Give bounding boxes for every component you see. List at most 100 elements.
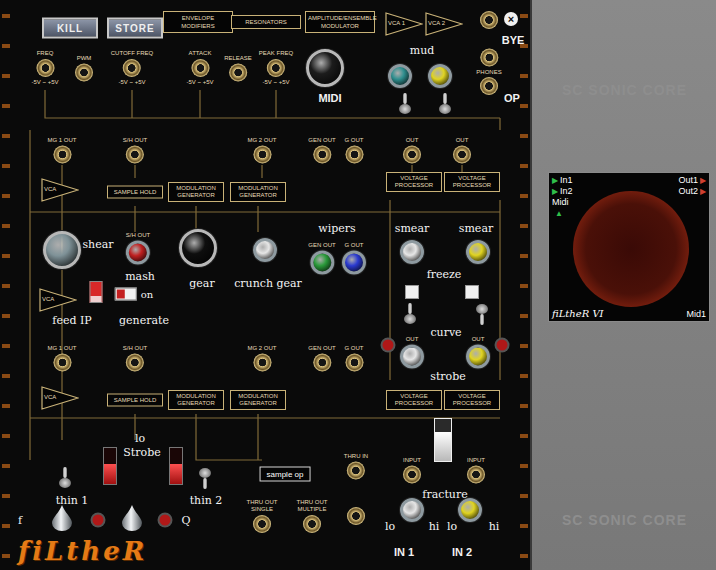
jack-ring[interactable]	[36, 59, 54, 77]
jack-ring[interactable]	[191, 59, 209, 77]
jack-ring[interactable]	[126, 354, 144, 372]
jack-ring[interactable]	[126, 146, 144, 164]
knob[interactable]: G OUT	[342, 242, 366, 275]
knob[interactable]: GEN OUT	[308, 242, 335, 275]
jack-socket[interactable]: ATTACK-5V ~ +5V	[186, 50, 213, 86]
square-button[interactable]	[405, 285, 419, 299]
knob[interactable]	[458, 498, 482, 522]
jack-socket[interactable]: OUT	[453, 137, 471, 164]
jack-socket[interactable]: THRU OUT SINGLE	[239, 499, 285, 533]
knob[interactable]	[400, 240, 424, 264]
jack-socket[interactable]: MG 2 OUT	[247, 345, 276, 372]
jack-ring[interactable]	[267, 59, 285, 77]
toggle-switch[interactable]	[476, 303, 488, 325]
toggle-switch[interactable]	[399, 93, 411, 115]
jack-socket[interactable]: INPUT	[403, 457, 421, 484]
red-knob[interactable]	[497, 340, 508, 351]
jack-socket[interactable]: S/H OUT	[123, 137, 147, 164]
knob[interactable]: S/H OUT	[126, 232, 150, 265]
red-slider[interactable]	[103, 447, 117, 485]
jack-socket[interactable]: THRU IN	[344, 453, 368, 480]
input-port[interactable]: ▶In1	[552, 175, 573, 186]
on-toggle[interactable]: on	[115, 288, 153, 301]
jack-ring[interactable]	[453, 146, 471, 164]
jack-socket[interactable]: CUTOFF FREQ-5V ~ +5V	[111, 50, 154, 86]
jack-ring[interactable]	[347, 507, 365, 525]
output-port[interactable]: Out2▶	[678, 186, 706, 197]
red-knob[interactable]	[383, 340, 394, 351]
jack-ring[interactable]	[345, 146, 363, 164]
jack-ring[interactable]	[480, 77, 498, 95]
jack-socket[interactable]: MG 2 OUT	[247, 137, 276, 164]
knob[interactable]: OUT	[466, 336, 490, 369]
crossfade-slider[interactable]	[434, 418, 452, 462]
jack-socket[interactable]	[480, 77, 498, 95]
red-knob[interactable]	[160, 515, 171, 526]
knob[interactable]	[253, 238, 277, 262]
jack-socket[interactable]: RELEASE	[224, 55, 252, 82]
jack-ring[interactable]	[403, 466, 421, 484]
jack-socket[interactable]: MG 1 OUT	[47, 137, 76, 164]
jack-socket[interactable]: PEAK FREQ-5V ~ +5V	[259, 50, 293, 86]
knob[interactable]	[388, 64, 412, 88]
knob[interactable]	[466, 240, 490, 264]
toggle-switch[interactable]	[59, 467, 71, 489]
jack-ring[interactable]	[253, 354, 271, 372]
jack-socket[interactable]: THRU OUT MULTIPLE	[289, 499, 335, 533]
jack-ring[interactable]	[53, 146, 71, 164]
jack-socket[interactable]: S/H OUT	[123, 345, 147, 372]
jack-ring[interactable]	[403, 146, 421, 164]
output-port[interactable]: Out1▶	[678, 175, 706, 186]
jack-ring[interactable]	[75, 64, 93, 82]
section-header: AMPLITUDE/ENSEMBLE MODULATOR	[305, 11, 375, 33]
jack-socket[interactable]: GEN OUT	[308, 345, 335, 372]
jack-socket[interactable]: PHONES	[476, 49, 501, 76]
input-port[interactable]: ▶In2	[552, 186, 573, 197]
toggle-switch[interactable]	[199, 467, 211, 489]
jack-socket[interactable]: OUT	[403, 137, 421, 164]
large-knob[interactable]	[43, 231, 81, 269]
large-knob[interactable]	[179, 229, 217, 267]
jack-socket[interactable]	[480, 11, 498, 29]
jack-socket[interactable]: G OUT	[345, 137, 364, 164]
knob[interactable]: OUT	[400, 336, 424, 369]
jack-socket[interactable]: PWM	[75, 55, 93, 82]
red-knob[interactable]	[93, 515, 104, 526]
red-switch[interactable]	[90, 281, 103, 303]
jack-ring[interactable]	[480, 11, 498, 29]
jack-ring[interactable]	[313, 354, 331, 372]
panel-button[interactable]: STORE	[107, 18, 163, 39]
jack-ring[interactable]	[253, 515, 271, 533]
jack-ring[interactable]	[480, 49, 498, 67]
jack-ring[interactable]	[53, 354, 71, 372]
knob[interactable]	[428, 64, 452, 88]
toggle-switch[interactable]	[439, 93, 451, 115]
jack-socket[interactable]: G OUT	[345, 345, 364, 372]
jack-socket[interactable]	[347, 507, 365, 525]
jack-ring[interactable]	[229, 64, 247, 82]
jack-ring[interactable]	[303, 515, 321, 533]
midi-output-port[interactable]: Mid1	[686, 309, 706, 319]
jack-ring[interactable]	[253, 146, 271, 164]
jack-socket[interactable]: INPUT	[467, 457, 485, 484]
jack-socket[interactable]: MG 1 OUT	[47, 345, 76, 372]
large-knob[interactable]	[306, 49, 344, 87]
jack-ring[interactable]	[345, 354, 363, 372]
panel-button[interactable]: KILL	[42, 18, 98, 39]
jack-ring[interactable]	[467, 466, 485, 484]
jack-ring[interactable]	[347, 462, 365, 480]
toggle-switch[interactable]	[404, 303, 416, 325]
jack-socket[interactable]: FREQ-5V ~ +5V	[31, 50, 58, 86]
module-box[interactable]: ▶In1▶In2Midi▲Out1▶Out2▶fiLtheR VIMid1	[548, 172, 710, 322]
square-button[interactable]	[465, 285, 479, 299]
midi-input-port[interactable]: Midi▲	[552, 197, 573, 219]
jack-ring[interactable]	[123, 59, 141, 77]
jack-socket[interactable]: GEN OUT	[308, 137, 335, 164]
close-button[interactable]: ×	[504, 12, 518, 26]
red-slider[interactable]	[169, 447, 183, 485]
cone-knob[interactable]	[50, 504, 74, 532]
jack-ring[interactable]	[313, 146, 331, 164]
knob[interactable]	[400, 498, 424, 522]
cone-knob[interactable]	[120, 504, 144, 532]
module-box: SAMPLE HOLD	[107, 186, 163, 199]
